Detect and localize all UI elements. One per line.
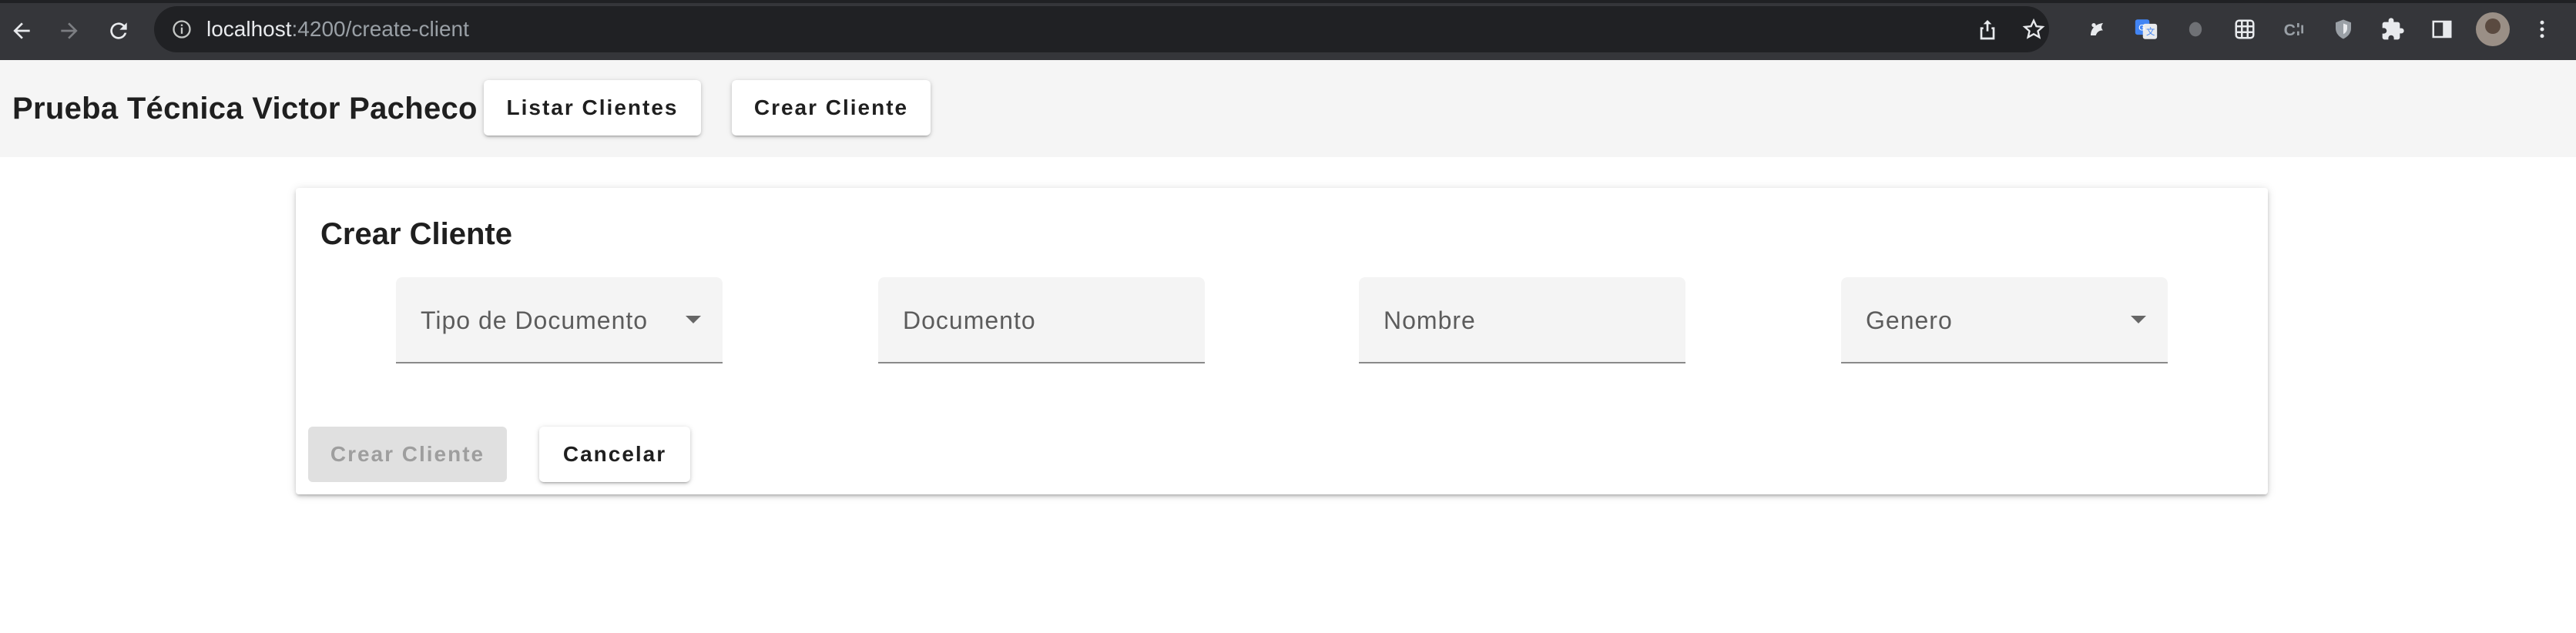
create-client-card: Crear Cliente Tipo de Documento Document…	[296, 188, 2268, 494]
create-client-submit-button: Crear Cliente	[308, 427, 507, 482]
translate-icon[interactable]: G文	[2132, 15, 2160, 43]
list-clients-button[interactable]: Listar Clientes	[484, 80, 701, 136]
app-toolbar: Prueba Técnica Victor Pacheco Listar Cli…	[0, 60, 2576, 157]
url-path: :4200/create-client	[291, 17, 469, 41]
profile-avatar[interactable]	[2476, 12, 2510, 46]
forward-arrow-icon[interactable]	[51, 15, 88, 46]
site-info-icon[interactable]	[171, 18, 193, 40]
tab-strip-edge	[0, 0, 2576, 3]
sidepanel-icon[interactable]	[2428, 15, 2456, 43]
extension-icon[interactable]	[2083, 15, 2111, 43]
reload-icon[interactable]	[100, 15, 137, 46]
document-type-label: Tipo de Documento	[421, 306, 649, 334]
svg-text:G: G	[2138, 23, 2145, 32]
name-input[interactable]: Nombre	[1359, 277, 1685, 363]
extension-icon[interactable]	[2182, 15, 2209, 43]
gender-label: Genero	[1866, 306, 1953, 334]
shield-icon[interactable]	[2329, 15, 2357, 43]
browser-chrome: localhost:4200/create-client G文 C	[0, 0, 2576, 60]
svg-text:C: C	[2284, 21, 2296, 39]
document-input[interactable]: Documento	[878, 277, 1205, 363]
name-label: Nombre	[1384, 306, 1476, 334]
document-label: Documento	[903, 306, 1036, 334]
share-icon[interactable]	[1975, 17, 2000, 42]
gender-select[interactable]: Genero	[1841, 277, 2168, 363]
bookmark-star-icon[interactable]	[2021, 17, 2046, 42]
app-title: Prueba Técnica Victor Pacheco	[12, 92, 478, 126]
puzzle-icon[interactable]	[2379, 15, 2407, 43]
svg-text:文: 文	[2146, 26, 2155, 37]
url-host: localhost	[206, 17, 292, 41]
kebab-menu-icon[interactable]	[2528, 15, 2556, 43]
create-client-nav-button[interactable]: Crear Cliente	[732, 80, 931, 136]
url-text: localhost:4200/create-client	[206, 6, 469, 52]
cancel-button[interactable]: Cancelar	[539, 427, 690, 482]
address-bar[interactable]: localhost:4200/create-client	[154, 6, 2049, 52]
dropdown-arrow-icon	[2131, 316, 2146, 323]
dropdown-arrow-icon	[686, 316, 701, 323]
card-title: Crear Cliente	[320, 217, 512, 251]
extension-icon[interactable]: C	[2280, 15, 2308, 43]
back-arrow-icon[interactable]	[3, 15, 40, 46]
document-type-select[interactable]: Tipo de Documento	[396, 277, 723, 363]
extension-icon[interactable]	[2231, 15, 2259, 43]
